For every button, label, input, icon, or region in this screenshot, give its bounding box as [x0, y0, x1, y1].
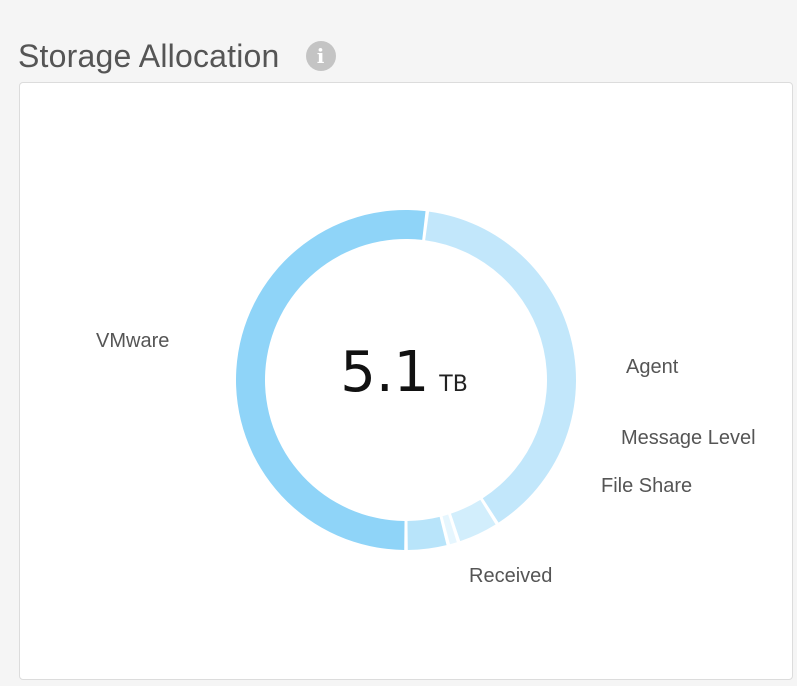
- slice-received[interactable]: [407, 516, 447, 550]
- slice-label-vmware: VMware: [96, 330, 170, 352]
- storage-allocation-widget: Storage Allocation i 5.1 TB VMware Agent …: [0, 0, 797, 686]
- slice-label-received: Received: [469, 565, 553, 587]
- slice-label-agent: Agent: [626, 356, 679, 378]
- total-unit: TB: [439, 372, 468, 397]
- donut-center-total: 5.1 TB: [304, 340, 504, 405]
- slice-label-file-share: File Share: [601, 475, 693, 497]
- slice-label-message-level: Message Level: [621, 427, 756, 449]
- total-value: 5.1: [340, 340, 430, 405]
